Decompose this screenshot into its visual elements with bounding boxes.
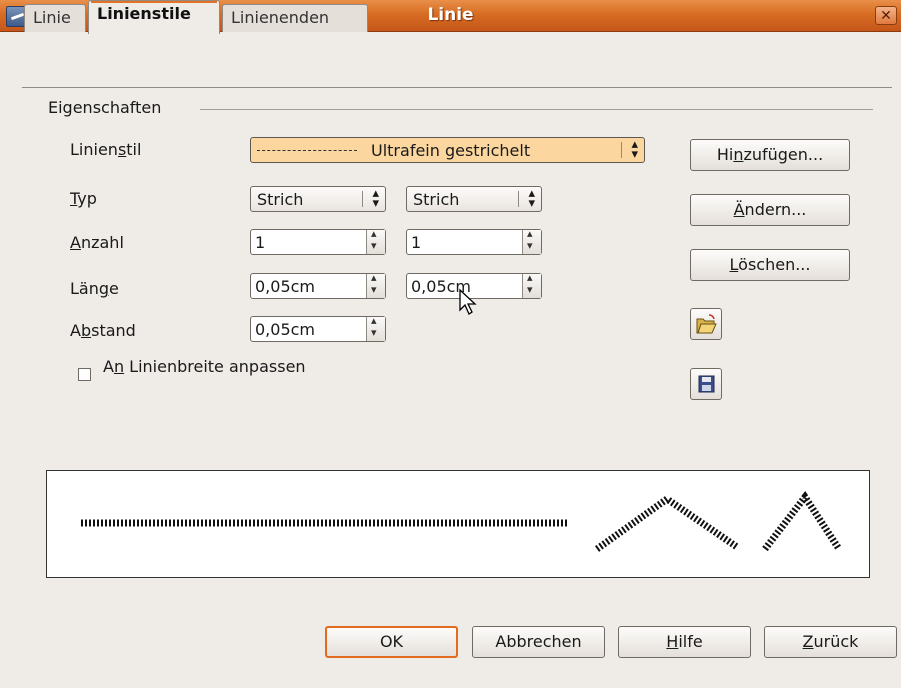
spin-buttons[interactable] <box>522 271 541 298</box>
typ-select-1[interactable]: Strich ▴ ▾ <box>250 186 386 212</box>
fit-linewidth-checkbox[interactable] <box>78 368 91 381</box>
anzahl-value-1: 1 <box>255 233 266 252</box>
cancel-button[interactable]: Abbrechen <box>472 626 605 658</box>
anzahl-value-2: 1 <box>411 233 422 252</box>
abstand-value: 0,05cm <box>255 320 316 339</box>
anzahl-stepper-2[interactable]: 1 <box>406 227 542 255</box>
updown-arrows-icon: ▴ ▾ <box>372 186 379 211</box>
line-preview <box>46 470 870 578</box>
group-label: Eigenschaften <box>48 98 162 117</box>
abstand-label: Abstand <box>70 321 136 340</box>
linienstil-label: Linienstil <box>70 140 142 159</box>
anzahl-stepper-1[interactable]: 1 <box>250 227 386 255</box>
back-button[interactable]: Zurück <box>764 626 897 658</box>
linienstil-select[interactable]: Ultrafein gestrichelt ▴ ▾ <box>250 137 645 163</box>
tab-linienenden[interactable]: Linienenden <box>222 4 368 32</box>
spin-buttons[interactable] <box>522 227 541 254</box>
spin-buttons[interactable] <box>366 314 385 341</box>
group-divider <box>200 109 873 110</box>
ok-button[interactable]: OK <box>325 626 458 658</box>
typ-value-1: Strich <box>257 190 304 209</box>
laenge-label: Länge <box>70 279 119 298</box>
delete-button[interactable]: Löschen... <box>690 249 850 281</box>
updown-arrows-icon: ▴ ▾ <box>528 186 535 211</box>
close-icon[interactable]: ✕ <box>875 6 897 25</box>
abstand-stepper[interactable]: 0,05cm <box>250 314 386 342</box>
folder-open-icon <box>696 314 717 334</box>
dash-sample <box>257 150 357 151</box>
tab-linienstile[interactable]: Linienstile <box>88 0 220 34</box>
mouse-cursor-icon <box>459 288 477 315</box>
typ-value-2: Strich <box>413 190 460 209</box>
spin-buttons[interactable] <box>366 271 385 298</box>
linienstil-value: Ultrafein gestrichelt <box>371 141 531 160</box>
tab-linie[interactable]: Linie <box>24 4 86 32</box>
tab-panel <box>22 87 892 688</box>
updown-arrows-icon: ▴ ▾ <box>631 137 638 162</box>
preview-lines <box>81 490 842 552</box>
fit-linewidth-label[interactable]: An Linienbreite anpassen <box>103 357 306 376</box>
floppy-save-icon <box>698 375 715 393</box>
add-button[interactable]: Hinzufügen... <box>690 139 850 171</box>
anzahl-label: Anzahl <box>70 233 124 252</box>
laenge-value-1: 0,05cm <box>255 277 316 296</box>
modify-button[interactable]: Ändern... <box>690 194 850 226</box>
open-button[interactable] <box>690 308 722 340</box>
laenge-stepper-1[interactable]: 0,05cm <box>250 271 386 299</box>
help-button[interactable]: Hilfe <box>618 626 751 658</box>
save-button[interactable] <box>690 368 722 400</box>
spin-buttons[interactable] <box>366 227 385 254</box>
typ-label: Typ <box>70 189 97 208</box>
typ-select-2[interactable]: Strich ▴ ▾ <box>406 186 542 212</box>
